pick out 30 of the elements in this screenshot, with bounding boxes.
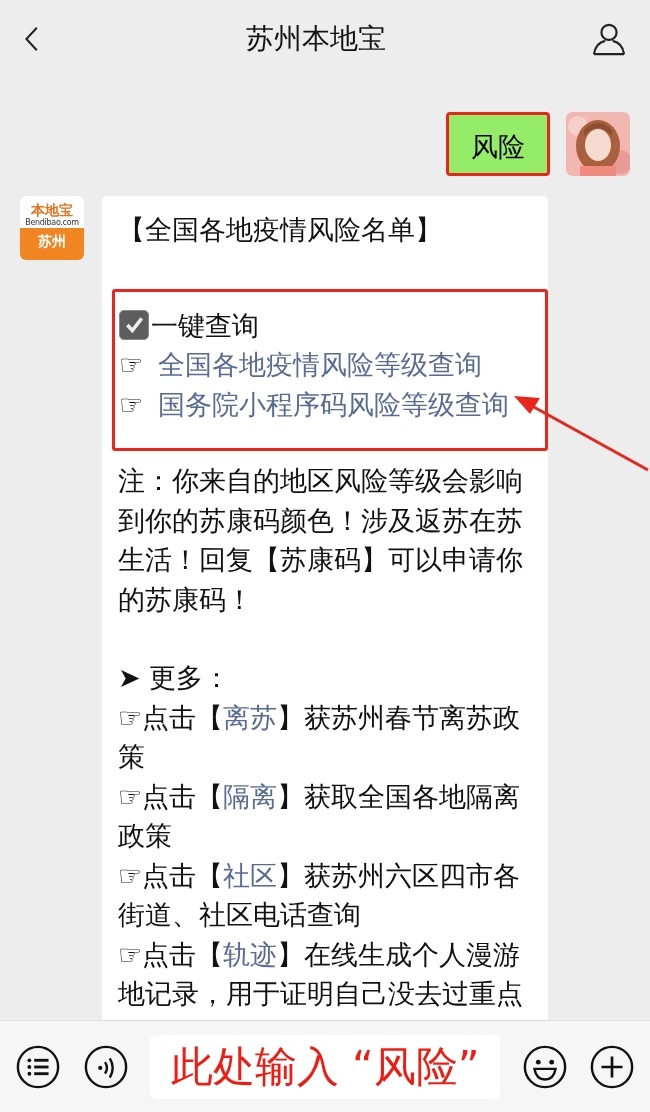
chat-title: 苏州本地宝 (246, 21, 386, 57)
query-link[interactable]: 国务院小程序码风险等级查询 (157, 388, 509, 420)
note-text: 注：你来自的地区风险等级会影响到你的苏康码颜色！涉及返苏在苏生活！回复【苏康码】可以申请你的苏康码！ (118, 464, 524, 617)
keyword-link[interactable]: 隔离 (223, 780, 278, 812)
logo-url: Bendibao.com (25, 218, 79, 228)
profile-icon[interactable] (592, 22, 626, 56)
item-text: ☞点击【隔离】获取全国各地隔离政策 (118, 779, 522, 853)
pointing-hand-icon: ☞ (119, 388, 144, 420)
add-icon[interactable] (589, 1043, 635, 1090)
logo-text: 本地宝 (31, 202, 73, 218)
emoji-icon[interactable] (521, 1043, 568, 1090)
keyword-link[interactable]: 社区 (223, 859, 278, 891)
input-field[interactable]: 此处输入 “风险” (150, 1034, 500, 1099)
item-text: ☞点击【离苏】获苏州春节离苏政策 (118, 700, 522, 774)
checkbox-label: 一键查询 (151, 308, 259, 343)
checkbox[interactable] (119, 310, 149, 341)
menu-icon[interactable] (15, 1043, 61, 1090)
voice-icon[interactable] (82, 1043, 129, 1090)
query-link[interactable]: 全国各地疫情风险等级查询 (157, 349, 482, 380)
message-bubble: 风险 (446, 112, 550, 176)
item-text: ☞点击【社区】获苏州六区四市各街道、社区电话查询 (118, 858, 522, 932)
pointing-hand-icon: ☞ (119, 349, 144, 380)
annotation-text: 此处输入 “风险” (170, 1040, 480, 1093)
back-icon[interactable] (24, 25, 40, 53)
logo-city: 苏州 (20, 228, 84, 260)
more-heading: ➤ 更多： (118, 661, 232, 695)
keyword-link[interactable]: 离苏 (223, 701, 278, 733)
keyword-link[interactable]: 轨迹 (223, 938, 278, 970)
message-title: 【全国各地疫情风险名单】 (118, 213, 443, 247)
item-text: ☞点击【轨迹】在线生成个人漫游地记录，用于证明自己没去过重点 (118, 937, 524, 1011)
